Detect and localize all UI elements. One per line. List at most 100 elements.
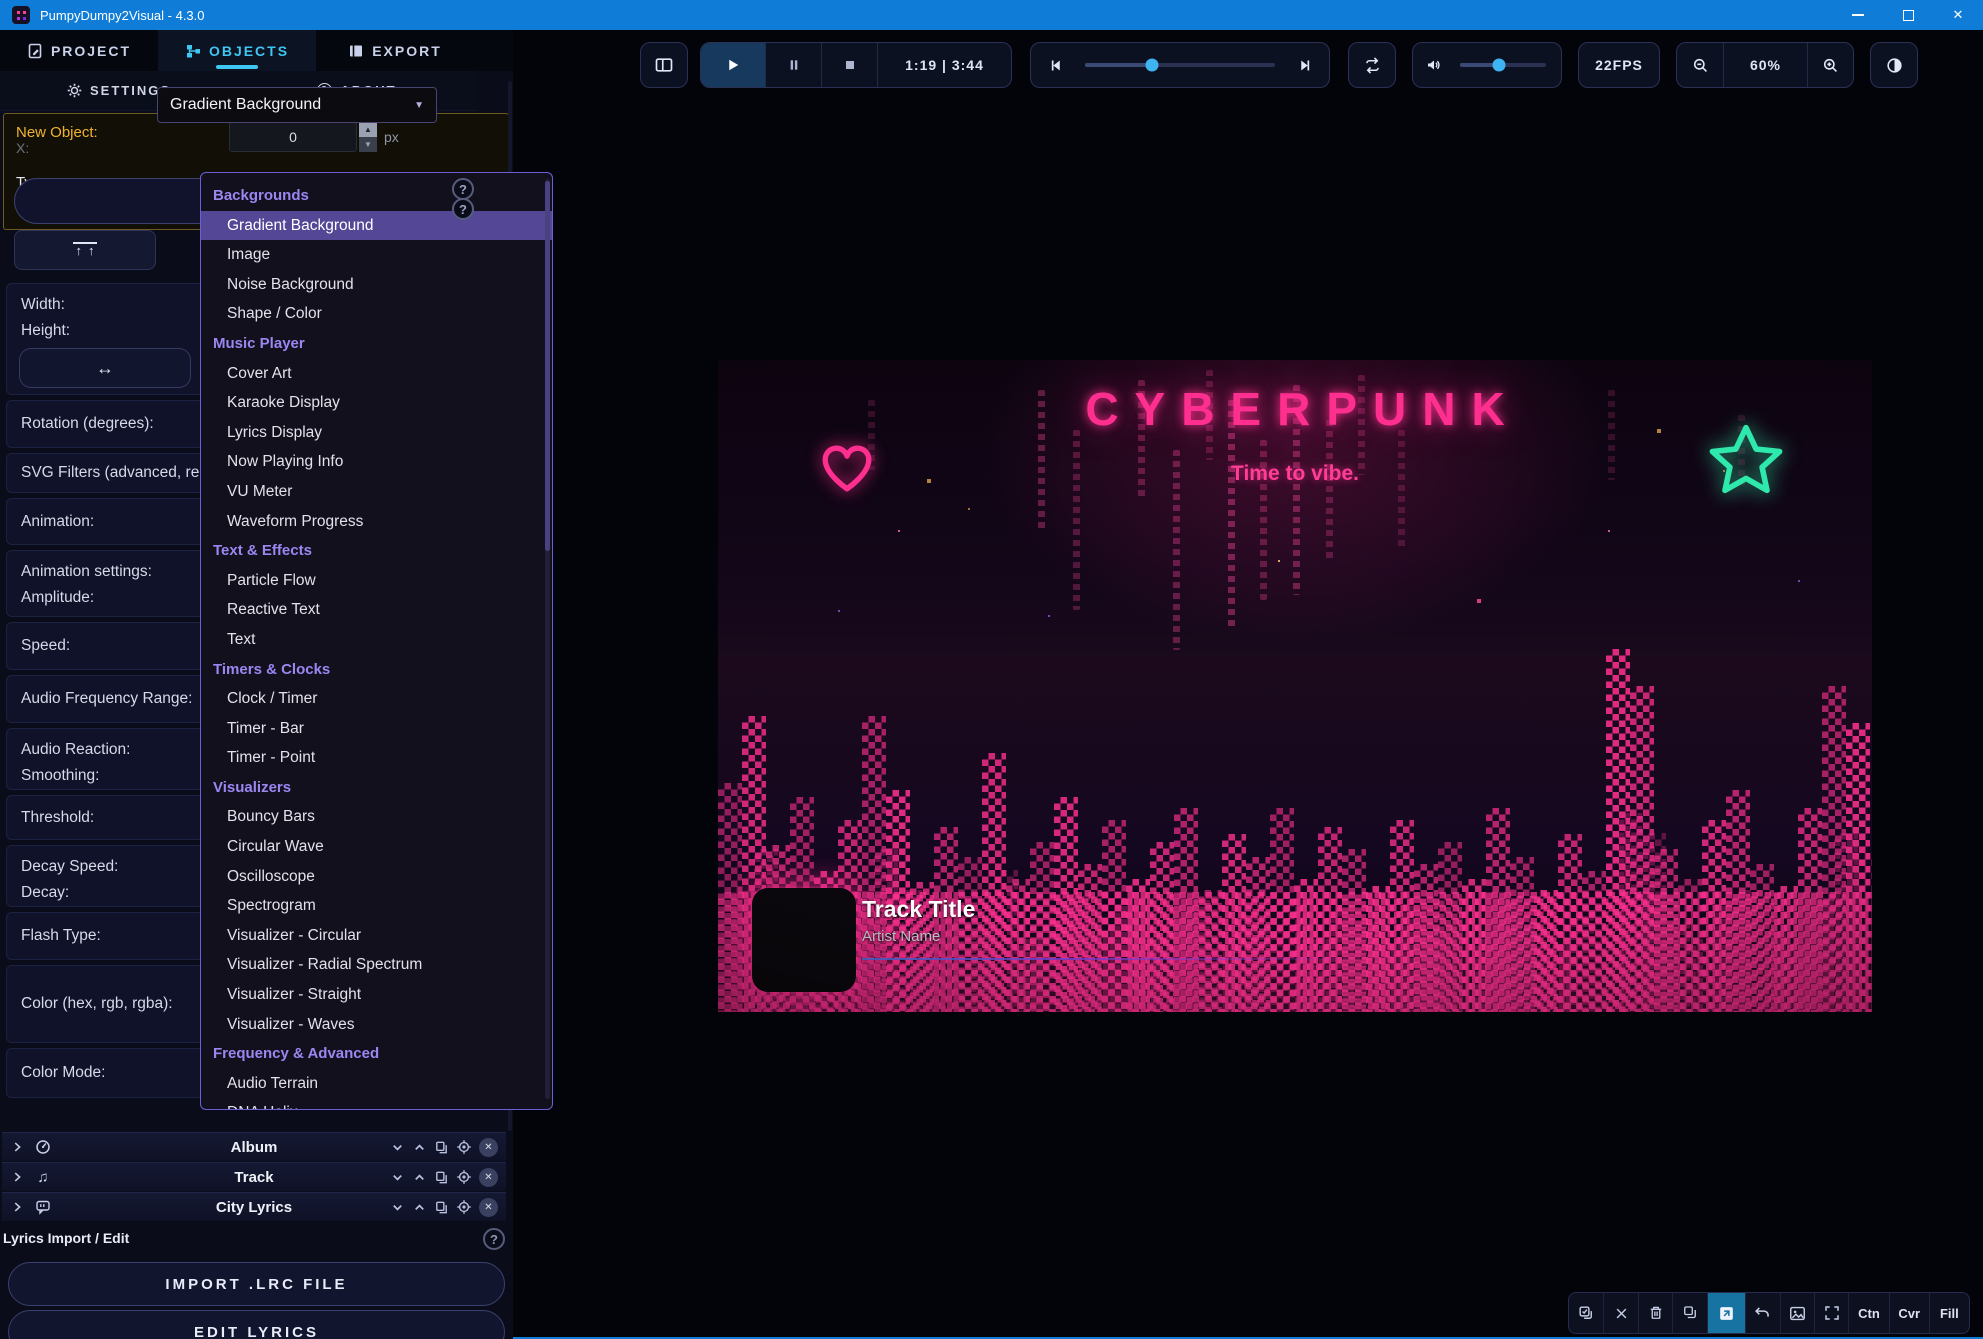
contain-mode-button[interactable]: Ctn xyxy=(1848,1293,1888,1333)
setting-label: Decay: xyxy=(21,884,69,902)
type-select[interactable]: Gradient Background ▼ xyxy=(157,87,437,123)
x-input[interactable]: 0 xyxy=(229,122,357,152)
setting-label: Amplitude: xyxy=(21,589,94,607)
volume-slider-thumb[interactable] xyxy=(1492,59,1505,72)
undo-button[interactable] xyxy=(1745,1293,1779,1333)
minimize-button[interactable] xyxy=(1833,0,1883,30)
stepper-up-icon[interactable]: ▲ xyxy=(359,122,377,137)
menu-item-karaoke-display[interactable]: Karaoke Display xyxy=(201,388,552,418)
skip-start-button[interactable] xyxy=(1031,43,1079,87)
close-button[interactable]: ✕ xyxy=(1933,0,1983,30)
tab-export[interactable]: EXPORT xyxy=(316,30,474,71)
help-icon[interactable]: ? xyxy=(452,178,474,200)
menu-item-shape-color[interactable]: Shape / Color xyxy=(201,299,552,329)
object-row-city-lyrics[interactable]: City Lyrics ✕ xyxy=(2,1192,506,1221)
menu-item-spectrogram[interactable]: Spectrogram xyxy=(201,891,552,921)
volume-button[interactable] xyxy=(1413,43,1455,87)
preview-subtitle-text: Time to vibe. xyxy=(718,462,1872,486)
menu-item-clock-timer[interactable]: Clock / Timer xyxy=(201,684,552,714)
focus-object-button[interactable] xyxy=(456,1139,472,1155)
delete-object-button[interactable]: ✕ xyxy=(479,1198,498,1217)
menu-item-reactive-text[interactable]: Reactive Text xyxy=(201,595,552,625)
menu-item-visualizer-straight[interactable]: Visualizer - Straight xyxy=(201,980,552,1010)
menu-item-timer-bar[interactable]: Timer - Bar xyxy=(201,714,552,744)
menu-item-circular-wave[interactable]: Circular Wave xyxy=(201,832,552,862)
menu-item-visualizer-waves[interactable]: Visualizer - Waves xyxy=(201,1010,552,1040)
menu-item-cover-art[interactable]: Cover Art xyxy=(201,359,552,389)
move-up-button[interactable] xyxy=(412,1200,427,1215)
play-button[interactable] xyxy=(701,43,765,87)
menu-item-lyrics-display[interactable]: Lyrics Display xyxy=(201,418,552,448)
maximize-button[interactable] xyxy=(1883,0,1933,30)
zoom-in-button[interactable] xyxy=(1807,43,1853,87)
menu-item-bouncy-bars[interactable]: Bouncy Bars xyxy=(201,802,552,832)
import-lrc-button[interactable]: IMPORT .LRC FILE xyxy=(8,1262,505,1306)
duplicate-object-button[interactable] xyxy=(434,1140,449,1155)
menu-item-vu-meter[interactable]: VU Meter xyxy=(201,477,552,507)
zoom-out-button[interactable] xyxy=(1677,43,1723,87)
duplicate-button[interactable] xyxy=(1672,1293,1706,1333)
menu-item-visualizer-radial-spectrum[interactable]: Visualizer - Radial Spectrum xyxy=(201,950,552,980)
loop-button[interactable] xyxy=(1348,42,1396,88)
image-tool-button[interactable] xyxy=(1780,1293,1814,1333)
tab-objects[interactable]: OBJECTS xyxy=(158,30,316,71)
move-down-button[interactable] xyxy=(390,1170,405,1185)
delete-button[interactable] xyxy=(1638,1293,1672,1333)
skip-start-icon xyxy=(1047,57,1064,74)
move-up-button[interactable] xyxy=(412,1170,427,1185)
skip-end-button[interactable] xyxy=(1281,43,1329,87)
timeline-slider-thumb[interactable] xyxy=(1145,59,1158,72)
menu-item-text[interactable]: Text xyxy=(201,625,552,655)
resize-tool-button[interactable] xyxy=(1707,1293,1745,1333)
help-icon[interactable]: ? xyxy=(483,1228,505,1250)
timeline-slider[interactable] xyxy=(1085,63,1275,67)
undo-icon xyxy=(1753,1304,1772,1323)
stop-button[interactable] xyxy=(821,43,877,87)
zoom-in-icon xyxy=(1821,56,1840,75)
menu-item-audio-terrain[interactable]: Audio Terrain xyxy=(201,1069,552,1099)
menu-scrollbar-thumb[interactable] xyxy=(545,181,550,551)
duplicate-object-button[interactable] xyxy=(434,1200,449,1215)
menu-item-noise-background[interactable]: Noise Background xyxy=(201,270,552,300)
move-up-button[interactable] xyxy=(412,1140,427,1155)
menu-scrollbar[interactable] xyxy=(545,179,550,1099)
fullscreen-button[interactable] xyxy=(1814,1293,1848,1333)
menu-item-oscilloscope[interactable]: Oscilloscope xyxy=(201,862,552,892)
edit-lyrics-button[interactable]: EDIT LYRICS xyxy=(8,1310,505,1339)
focus-object-button[interactable] xyxy=(456,1169,472,1185)
time-text: 1:19 | 3:44 xyxy=(905,57,984,73)
delete-object-button[interactable]: ✕ xyxy=(479,1138,498,1157)
focus-object-button[interactable] xyxy=(456,1199,472,1215)
setting-label: Color (hex, rgb, rgba): xyxy=(21,995,173,1013)
resize-arrow-icon[interactable]: ↔ xyxy=(19,348,191,388)
menu-item-waveform-progress[interactable]: Waveform Progress xyxy=(201,507,552,537)
move-down-button[interactable] xyxy=(390,1200,405,1215)
fill-mode-button[interactable]: Fill xyxy=(1929,1293,1969,1333)
move-to-top-button[interactable]: ↑↑ xyxy=(14,230,156,270)
tab-project[interactable]: PROJECT xyxy=(0,30,158,71)
cover-mode-button[interactable]: Cvr xyxy=(1889,1293,1929,1333)
x-stepper[interactable]: ▲▼ xyxy=(359,122,377,152)
deselect-button[interactable] xyxy=(1603,1293,1637,1333)
menu-item-timer-point[interactable]: Timer - Point xyxy=(201,743,552,773)
object-row-album[interactable]: Album ✕ xyxy=(2,1132,506,1161)
menu-item-dna-helix[interactable]: DNA Helix xyxy=(201,1098,552,1110)
setting-label: Animation: xyxy=(21,513,94,531)
panel-toggle-button[interactable] xyxy=(640,42,688,88)
preview-canvas[interactable]: CYBERPUNK Time to vibe. Track Title Arti… xyxy=(718,360,1872,1012)
select-all-button[interactable] xyxy=(1569,1293,1603,1333)
pause-button[interactable] xyxy=(765,43,821,87)
move-down-button[interactable] xyxy=(390,1140,405,1155)
delete-object-button[interactable]: ✕ xyxy=(479,1168,498,1187)
menu-item-visualizer-circular[interactable]: Visualizer - Circular xyxy=(201,921,552,951)
volume-slider[interactable] xyxy=(1460,63,1546,67)
theme-toggle-button[interactable] xyxy=(1870,42,1918,88)
menu-item-gradient-background[interactable]: Gradient Background xyxy=(201,211,552,241)
stepper-down-icon[interactable]: ▼ xyxy=(359,137,377,152)
menu-item-particle-flow[interactable]: Particle Flow xyxy=(201,566,552,596)
menu-item-now-playing-info[interactable]: Now Playing Info xyxy=(201,447,552,477)
object-row-track[interactable]: ♫ Track ✕ xyxy=(2,1162,506,1191)
menu-item-image[interactable]: Image xyxy=(201,240,552,270)
duplicate-object-button[interactable] xyxy=(434,1170,449,1185)
help-icon[interactable]: ? xyxy=(452,198,474,220)
